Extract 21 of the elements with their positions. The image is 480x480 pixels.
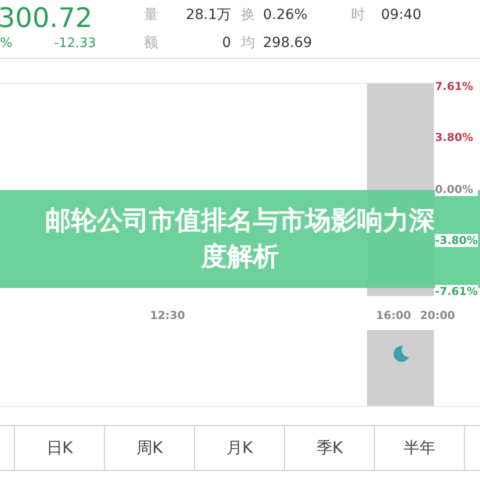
- banner-title: 邮轮公司市值排名与市场影响力深度解析: [45, 205, 435, 274]
- stat-value: 0: [221, 35, 232, 51]
- moon-icon: [390, 344, 410, 364]
- change-amount: -12.33: [54, 36, 96, 51]
- time-label: 20:00: [420, 308, 456, 322]
- stat-value: 0.26%: [263, 7, 308, 23]
- stat-label: 量: [144, 6, 159, 24]
- stat-label: 换: [241, 6, 256, 24]
- stat-value: 28.1万: [184, 6, 232, 24]
- stat-label: 时: [351, 6, 366, 24]
- change-percent: %: [0, 36, 12, 51]
- stat-label: 均: [241, 34, 256, 52]
- stat-value: 09:40: [381, 7, 422, 23]
- time-label: 16:00: [376, 308, 412, 322]
- stat-value: 298.69: [263, 35, 313, 51]
- axis-label: -7.61%: [435, 285, 478, 298]
- price: 300.72: [0, 2, 94, 36]
- time-label: 12:30: [150, 308, 186, 322]
- axis-label: -3.80%: [435, 234, 478, 247]
- stat-label: 额: [144, 34, 159, 52]
- axis-label: 0.00%: [435, 182, 478, 196]
